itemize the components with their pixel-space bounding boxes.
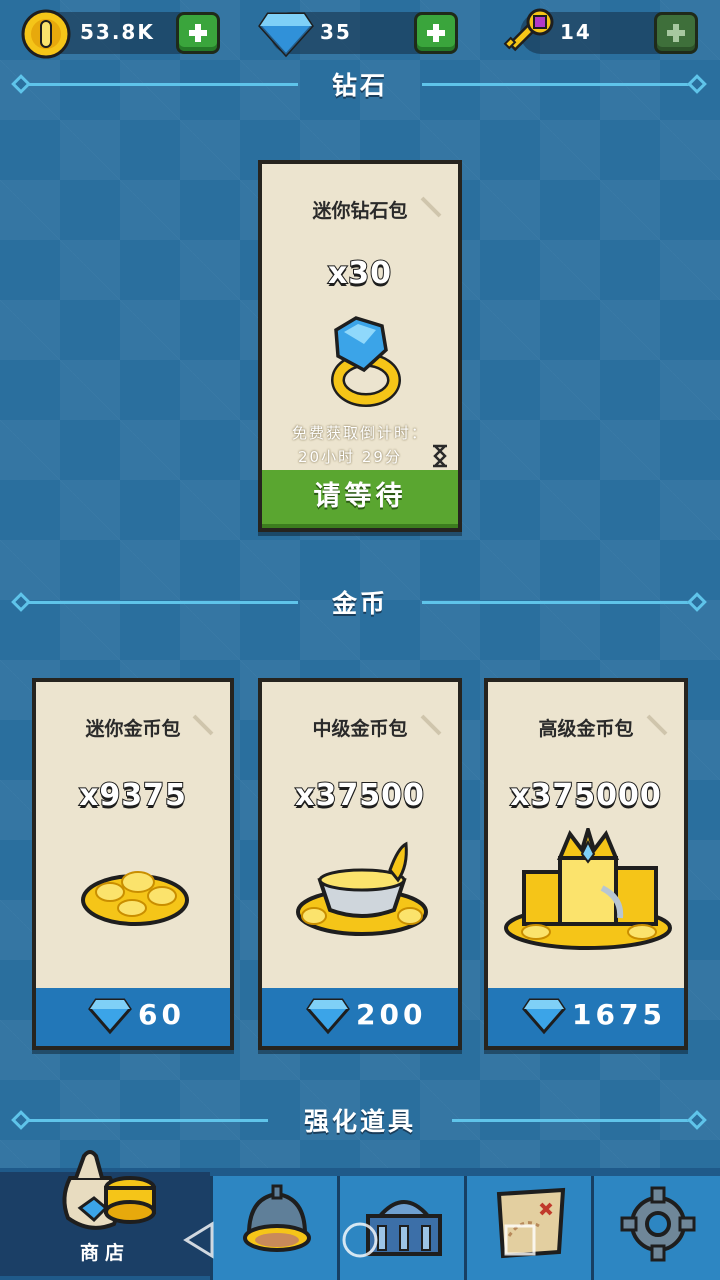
recents-nav-icon[interactable] [502,1222,538,1258]
price-value: 1675 [572,998,666,1031]
section-header-diamonds: 钻石 [0,62,720,106]
gold-coin-icon [21,9,71,59]
helmet-icon [243,1184,311,1252]
section-header-gold: 金币 [0,580,720,624]
divider-ornament [687,592,707,612]
wait-button[interactable]: 请等待 [262,470,458,528]
diamond-icon [522,998,566,1035]
price-bar[interactable]: 1675 [488,988,684,1046]
price-bar[interactable]: 200 [262,988,458,1046]
page-fold-icon [420,714,442,736]
add-keys-button[interactable] [654,12,698,54]
wait-button-label: 请等待 [313,481,407,512]
key-icon [503,8,554,52]
gold-offer-card-large[interactable]: 高级金币包 x375000 1675 [484,678,688,1050]
gold-amount: 53.8K [80,20,155,44]
divider-ornament [687,1110,707,1130]
divider-line [452,1119,692,1122]
section-title: 金币 [331,589,388,618]
gold-bowl-icon [296,841,428,936]
divider-line [422,601,692,604]
shop-bag-icon [62,1150,156,1230]
gold-coin-pile-small-icon [81,871,189,926]
page-fold-icon [420,196,442,218]
add-gems-button[interactable] [414,12,458,54]
diamond-icon [258,12,314,58]
section-title: 钻石 [331,71,388,100]
free-timer-label: 免费获取倒计时： [291,424,428,442]
price-value: 60 [138,998,185,1031]
nav-tab-settings[interactable] [591,1176,720,1280]
page-fold-icon [192,714,214,736]
resource-bar: 53.8K 35 14 [0,0,720,66]
gear-icon [620,1186,696,1262]
divider-ornament [687,74,707,94]
gold-treasure-icon [504,828,672,950]
section-title: 强化道具 [303,1107,416,1136]
divider-line [28,1119,268,1122]
diamond-icon [306,998,350,1035]
nav-tab-heroes[interactable] [210,1176,337,1280]
price-bar[interactable]: 60 [36,988,230,1046]
back-nav-icon[interactable] [182,1220,216,1260]
divider-line [28,83,298,86]
gold-offer-card-medium[interactable]: 中级金币包 x37500 200 [258,678,462,1050]
divider-line [422,83,692,86]
gem-amount: 35 [320,20,352,44]
offer-amount: x375000 [509,777,662,814]
page-fold-icon [646,714,668,736]
section-header-boosts: 强化道具 [0,1098,720,1142]
add-gold-button[interactable] [176,12,220,54]
home-nav-icon[interactable] [340,1220,380,1260]
nav-tab-shop[interactable]: 商店 [0,1150,210,1276]
diamond-offer-card[interactable]: 迷你钻石包 x30 免费获取倒计时： 20小时 29分 请等待 [258,160,462,532]
gold-offer-card-mini[interactable]: 迷你金币包 x9375 60 [32,678,234,1050]
bottom-nav: 商店 [0,1150,720,1280]
hourglass-icon [433,444,447,468]
diamond-ring-icon [331,316,401,407]
offer-amount: x9375 [78,777,187,814]
price-value: 200 [356,998,427,1031]
free-timer-value: 20小时 29分 [298,448,402,466]
offer-amount: x30 [327,255,393,292]
diamond-icon [88,998,132,1035]
divider-line [28,601,298,604]
nav-tab-label: 商店 [79,1242,130,1264]
offer-amount: x37500 [294,777,425,814]
key-amount: 14 [560,20,592,44]
